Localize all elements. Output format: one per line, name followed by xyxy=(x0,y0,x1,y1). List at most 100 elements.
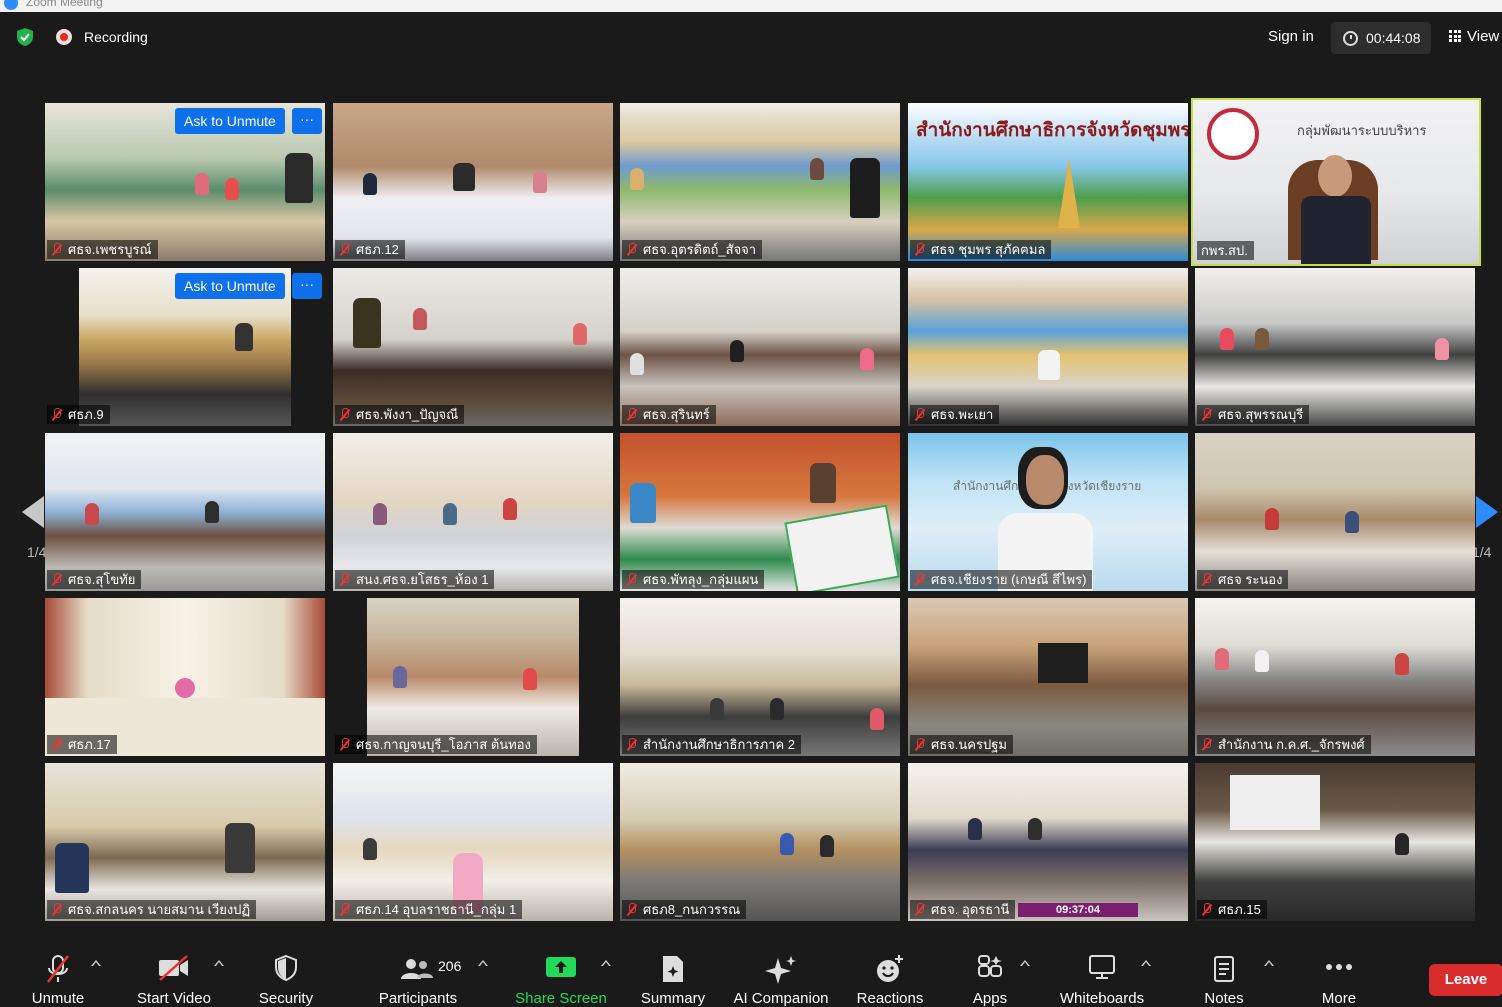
participant-nameplate: กพร.สป. xyxy=(1197,241,1254,260)
muted-mic-icon xyxy=(626,573,637,586)
whiteboards-button[interactable]: Whiteboards xyxy=(1054,940,1150,1007)
ai-companion-label: AI Companion xyxy=(733,990,829,1007)
audio-options-chevron-icon[interactable] xyxy=(91,960,101,966)
reactions-button[interactable]: Reactions xyxy=(852,940,928,1007)
muted-mic-icon xyxy=(51,408,62,421)
video-options-chevron-icon[interactable] xyxy=(214,960,224,966)
video-tile[interactable]: ศธจ.กาญจนบุรี_โอภาส ต้นทอง xyxy=(333,598,613,756)
video-tile[interactable]: ศธภ8_กนกวรรณ xyxy=(620,763,900,921)
video-tile[interactable]: ศธภ.12 xyxy=(333,103,613,261)
summary-document-icon xyxy=(663,956,683,982)
participant-name: ศธจ.สุรินทร์ xyxy=(643,407,710,422)
video-tile[interactable]: สำนักงานศึกษาธิการจังหวัดชุมพร ศธจ ชุมพร… xyxy=(908,103,1188,261)
notes-chevron-icon[interactable] xyxy=(1264,960,1274,966)
reactions-emoji-icon xyxy=(877,955,903,982)
timer-value: 00:44:08 xyxy=(1366,30,1421,46)
start-video-button[interactable]: Start Video xyxy=(130,940,218,1007)
security-button[interactable]: Security xyxy=(252,940,320,1007)
share-options-chevron-icon[interactable] xyxy=(601,960,611,966)
participants-icon xyxy=(401,959,433,979)
whiteboard-icon xyxy=(1089,955,1115,979)
sign-in-link[interactable]: Sign in xyxy=(1268,28,1314,45)
view-button[interactable]: View xyxy=(1449,28,1499,45)
participants-button[interactable]: 206 Participants xyxy=(372,940,464,1007)
notes-button[interactable]: Notes xyxy=(1194,940,1254,1007)
participant-nameplate: สำนักงานศึกษาธิการภาค 2 xyxy=(622,735,802,754)
apps-button[interactable]: Apps xyxy=(960,940,1020,1007)
video-tile[interactable]: ศธจ.นครปฐม xyxy=(908,598,1188,756)
share-screen-button[interactable]: Share Screen xyxy=(512,940,610,1007)
grid-icon xyxy=(1449,30,1461,42)
participant-name: ศธจ.สุพรรณบุรี xyxy=(1218,407,1304,422)
participant-nameplate: ศธจ.พังงา_ปัญจณี xyxy=(335,405,465,424)
whiteboards-chevron-icon[interactable] xyxy=(1141,960,1151,966)
meeting-timer[interactable]: 00:44:08 xyxy=(1331,22,1431,54)
muted-mic-icon xyxy=(339,738,350,751)
security-label: Security xyxy=(258,990,314,1007)
tile-more-button[interactable]: ··· xyxy=(292,108,322,134)
apps-chevron-icon[interactable] xyxy=(1020,960,1030,966)
unmute-button[interactable]: Unmute xyxy=(22,940,94,1007)
video-tile[interactable]: ศธจ.พะเยา xyxy=(908,268,1188,426)
video-tile[interactable]: ศธภ.14 อุบลราชธานี_กลุ่ม 1 xyxy=(333,763,613,921)
video-tile[interactable]: ศธจ.พัทลุง_กลุ่มแผน xyxy=(620,433,900,591)
video-tile[interactable]: ศธจ ระนอง xyxy=(1195,433,1475,591)
video-tile[interactable]: ศธจ.สกลนคร นายสมาน เวียงปฏิ xyxy=(45,763,325,921)
participant-nameplate: ศธจ.สุรินทร์ xyxy=(622,405,716,424)
speaker-face xyxy=(1318,155,1352,197)
video-tile[interactable]: ศธจ.สุรินทร์ xyxy=(620,268,900,426)
clock-overlay: 09:37:04 xyxy=(1018,903,1138,917)
video-tile[interactable]: ศธจ.สุพรรณบุรี xyxy=(1195,268,1475,426)
video-tile[interactable]: สำนักงานศึกษาธิการจังหวัดเชียงราย ศธจ.เช… xyxy=(908,433,1188,591)
summary-button[interactable]: Summary xyxy=(636,940,710,1007)
video-tile[interactable]: สนง.ศธจ.ยโสธร_ห้อง 1 xyxy=(333,433,613,591)
ask-to-unmute-button[interactable]: Ask to Unmute xyxy=(175,108,285,134)
video-gallery: Ask to Unmute ··· ศธจ.เพชรบูรณ์ ศธภ.12 ศ… xyxy=(45,98,1481,923)
ai-companion-button[interactable]: AI Companion xyxy=(728,940,834,1007)
leave-button[interactable]: Leave xyxy=(1429,964,1502,996)
next-page-arrow-icon[interactable] xyxy=(1476,496,1498,528)
summary-label: Summary xyxy=(640,990,706,1007)
ask-to-unmute-button[interactable]: Ask to Unmute xyxy=(175,273,285,299)
page-indicator-left: 1/4 xyxy=(27,544,47,560)
video-tile[interactable]: ศธภ.15 xyxy=(1195,763,1475,921)
active-speaker-tile[interactable]: กลุ่มพัฒนาระบบบริหาร กพร.สป. xyxy=(1191,98,1481,266)
video-tile[interactable]: สำนักงานศึกษาธิการภาค 2 xyxy=(620,598,900,756)
video-tile[interactable]: ศธจ.อุตรดิตถ์_สัจจา xyxy=(620,103,900,261)
participant-nameplate: ศธภ.9 xyxy=(47,405,110,424)
more-label: More xyxy=(1321,990,1357,1007)
meeting-toolbar: Unmute Start Video Security 206 Particip… xyxy=(0,940,1502,1007)
notes-label: Notes xyxy=(1204,990,1244,1007)
more-button[interactable]: More xyxy=(1308,940,1370,1007)
recording-label[interactable]: Recording xyxy=(84,29,148,45)
video-tile[interactable]: ศธจ.สุโขทัย xyxy=(45,433,325,591)
muted-mic-icon xyxy=(1201,408,1212,421)
video-tile[interactable]: Ask to Unmute ··· ศธจ.เพชรบูรณ์ xyxy=(45,103,325,261)
video-tile[interactable]: ศธภ.17 xyxy=(45,598,325,756)
encryption-shield-icon[interactable] xyxy=(16,27,34,47)
speaker-suit xyxy=(1301,196,1371,264)
video-tile[interactable]: สำนักงาน ก.ค.ศ._จักรพงศ์ xyxy=(1195,598,1475,756)
participant-name: ศธภ.17 xyxy=(68,737,111,752)
previous-page-arrow-icon[interactable] xyxy=(22,496,44,528)
muted-mic-icon xyxy=(914,903,925,916)
participant-nameplate: ศธภ.14 อุบลราชธานี_กลุ่ม 1 xyxy=(335,900,523,919)
muted-mic-icon xyxy=(339,408,350,421)
muted-mic-icon xyxy=(339,573,350,586)
view-label: View xyxy=(1467,28,1500,45)
participant-nameplate: ศธจ ระนอง xyxy=(1197,570,1289,589)
recording-icon[interactable] xyxy=(56,29,72,45)
muted-mic-icon xyxy=(626,408,637,421)
tile-more-button[interactable]: ··· xyxy=(292,273,322,299)
reactions-label: Reactions xyxy=(856,990,924,1007)
video-tile[interactable]: Ask to Unmute ··· ศธภ.9 xyxy=(45,268,325,426)
participant-name: ศธจ.สุโขทัย xyxy=(68,572,136,587)
participant-name: ศธภ.9 xyxy=(68,407,104,422)
muted-mic-icon xyxy=(626,738,637,751)
video-tile[interactable]: 09:37:04 ศธจ. อุดรธานี xyxy=(908,763,1188,921)
more-dots-icon xyxy=(1326,964,1352,970)
projector-screen xyxy=(1230,775,1320,830)
video-tile[interactable]: ศธจ.พังงา_ปัญจณี xyxy=(333,268,613,426)
participants-chevron-icon[interactable] xyxy=(478,960,488,966)
participant-nameplate: ศธจ.สุโขทัย xyxy=(47,570,142,589)
